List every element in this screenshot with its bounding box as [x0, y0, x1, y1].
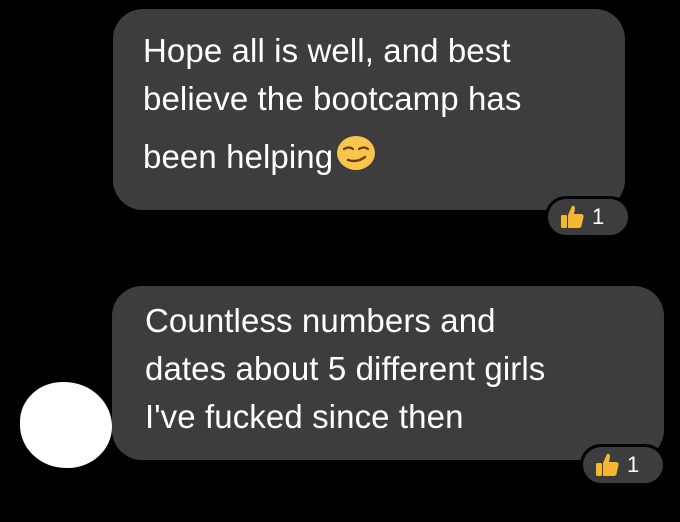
reaction-badge[interactable]: 1: [545, 196, 631, 238]
message-line: I've fucked since then: [145, 398, 464, 435]
message-bubble[interactable]: Countless numbers and dates about 5 diff…: [112, 286, 664, 460]
message-line: Hope all is well, and best: [143, 32, 511, 69]
message-line: dates about 5 different girls: [145, 350, 546, 387]
message-line: believe the bootcamp has: [143, 80, 522, 117]
message-line: been helping: [143, 138, 334, 175]
message-line: Countless numbers and: [145, 302, 496, 339]
reaction-badge[interactable]: 1: [580, 444, 666, 486]
chat-thread: Hope all is well, and best believe the b…: [0, 0, 680, 522]
avatar[interactable]: [20, 382, 112, 468]
reaction-count: 1: [592, 204, 605, 229]
message-bubble[interactable]: Hope all is well, and best believe the b…: [113, 9, 625, 210]
thumbs-up-icon: [596, 453, 619, 476]
thumbs-up-icon: [561, 205, 584, 228]
smirk-face-emoji-icon: [337, 136, 376, 170]
reaction-count: 1: [627, 452, 640, 477]
